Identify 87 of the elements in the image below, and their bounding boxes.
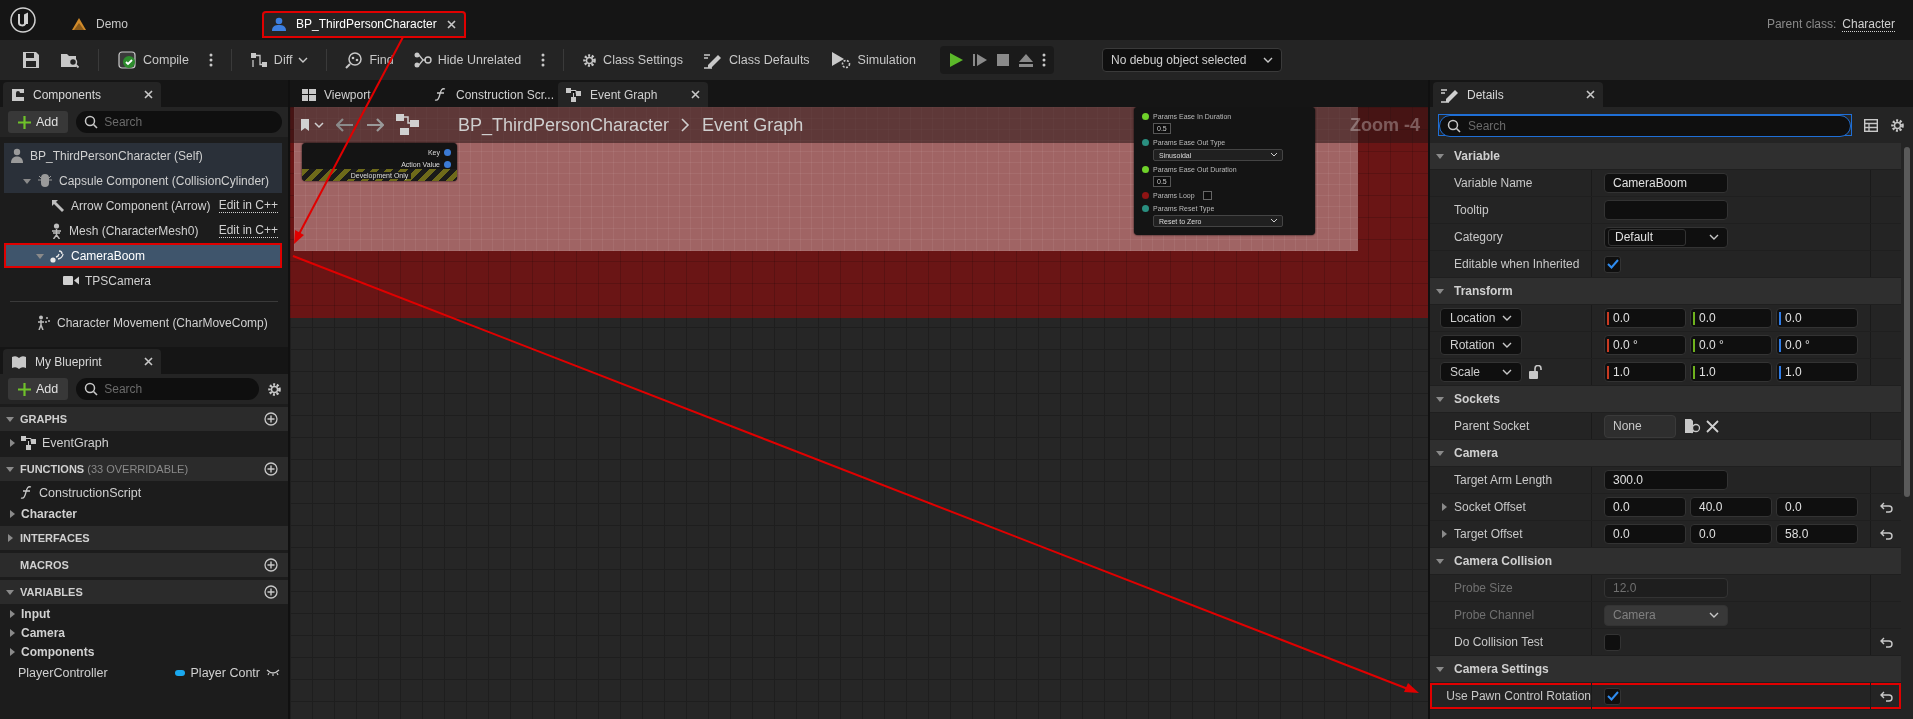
section-header[interactable]: VARIABLES (0, 580, 288, 604)
vector-field[interactable]: 0.0 (1604, 497, 1686, 517)
category-header[interactable]: Camera Collision (1430, 548, 1901, 575)
socket-field[interactable]: None (1604, 414, 1676, 438)
debug-object-dropdown[interactable]: No debug object selected (1102, 48, 1282, 72)
breadcrumb-item[interactable]: Event Graph (702, 114, 804, 136)
add-button[interactable]: Add (8, 111, 69, 133)
category-header[interactable]: Camera Settings (1430, 656, 1901, 683)
graph-tab[interactable]: Viewport (294, 82, 422, 107)
tree-item[interactable]: Arrow Component (Arrow) Edit in C++ (4, 193, 282, 218)
defaults-button[interactable]: Class Defaults (697, 46, 816, 74)
diff-button[interactable]: Diff (243, 46, 315, 74)
category-item[interactable]: Camera (0, 623, 288, 642)
variable-type: Player Contr (190, 665, 260, 680)
category-item[interactable]: Character (0, 504, 288, 523)
graph-tab[interactable]: Event Graph (558, 82, 708, 107)
search-field[interactable]: Search (1439, 115, 1851, 137)
vector-field[interactable]: 0.0 ° (1776, 335, 1858, 355)
section-header[interactable]: MACROS (0, 553, 288, 577)
vector-field[interactable]: 0.0 (1604, 524, 1686, 544)
property-dropdown[interactable]: Default (1604, 226, 1728, 248)
property-label: Socket Offset (1454, 500, 1526, 514)
document-tab[interactable]: Demo (62, 10, 262, 38)
vector-field[interactable]: 0.0 ° (1690, 335, 1772, 355)
parent-class-label: Parent class: (1766, 17, 1837, 31)
tree-item[interactable]: BP_ThirdPersonCharacter (Self) (4, 143, 282, 168)
vector-field[interactable]: 1.0 (1690, 362, 1772, 382)
category-item[interactable]: Components (0, 642, 288, 661)
category-header[interactable]: Sockets (1430, 386, 1901, 413)
simulation-button[interactable]: Simulation (823, 46, 922, 74)
zoom-label: Zoom -4 (1350, 115, 1420, 136)
document-tab[interactable]: BP_ThirdPersonCharacter (262, 10, 466, 38)
function-item[interactable]: ConstructionScript (0, 481, 288, 504)
tree-item[interactable]: Capsule Component (CollisionCylinder) (4, 168, 282, 193)
vector-field[interactable]: 0.0 (1690, 308, 1772, 328)
variable-item[interactable]: PlayerController Player Contr (0, 661, 288, 684)
vector-field[interactable]: 0.0 (1776, 308, 1858, 328)
category-header[interactable]: Variable (1430, 143, 1901, 170)
panel-tab[interactable]: Components (3, 82, 161, 107)
vector-field[interactable]: 0.0 (1690, 524, 1772, 544)
settings-button[interactable]: Class Settings (576, 46, 689, 74)
property-label: Probe Channel (1454, 608, 1535, 622)
panel-tab[interactable]: Details (1433, 82, 1603, 107)
property-label: Parent Socket (1454, 419, 1530, 433)
hide-button[interactable]: Hide Unrelated (407, 46, 528, 74)
section-header[interactable]: GRAPHS (0, 407, 288, 431)
property-label: Do Collision Test (1454, 635, 1544, 649)
property-label: Variable Name (1454, 176, 1533, 190)
compile-button[interactable]: Compile (111, 46, 195, 74)
transform-mode-dropdown[interactable]: Scale (1440, 362, 1522, 382)
tree-item[interactable]: Character Movement (CharMoveComp) (4, 310, 282, 335)
section-header[interactable]: FUNCTIONS (33 OVERRIDABLE) (0, 457, 288, 481)
add-button[interactable]: Add (8, 378, 69, 400)
graph-tab[interactable]: Construction Scr... (426, 82, 554, 107)
transform-mode-dropdown[interactable]: Rotation (1440, 335, 1522, 355)
vector-field[interactable]: 1.0 (1776, 362, 1858, 382)
property-label: Target Arm Length (1454, 473, 1553, 487)
vector-field[interactable]: 58.0 (1776, 524, 1858, 544)
property-label: Editable when Inherited (1454, 257, 1580, 271)
vector-field[interactable]: 1.0 (1604, 362, 1686, 382)
edit-link[interactable]: Edit in C++ (218, 198, 278, 213)
section-header[interactable]: INTERFACES (0, 526, 288, 550)
graph-item[interactable]: EventGraph (0, 431, 288, 454)
property-field[interactable]: 300.0 (1604, 470, 1728, 490)
vector-field[interactable]: 0.0 ° (1604, 335, 1686, 355)
breadcrumb-item[interactable]: BP_ThirdPersonCharacter (458, 114, 670, 136)
category-item[interactable]: Input (0, 604, 288, 623)
category-header[interactable]: Transform (1430, 278, 1901, 305)
panel-tab[interactable]: My Blueprint (3, 349, 161, 374)
tree-item[interactable]: Mesh (CharacterMesh0) Edit in C++ (4, 218, 282, 243)
search-field[interactable]: Search (76, 378, 259, 400)
vector-field[interactable]: 40.0 (1690, 497, 1772, 517)
search-field[interactable]: Search (76, 111, 282, 133)
property-field[interactable]: CameraBoom (1604, 173, 1728, 193)
transform-mode-dropdown[interactable]: Location (1440, 308, 1522, 328)
property-label: Category (1454, 230, 1503, 244)
property-label: Target Offset (1454, 527, 1523, 541)
tree-item[interactable]: CameraBoom (4, 243, 282, 268)
property-label: Tooltip (1454, 203, 1489, 217)
vector-field[interactable]: 0.0 (1604, 308, 1686, 328)
category-header[interactable]: Camera (1430, 440, 1901, 467)
parent-class-link[interactable]: Character (1842, 16, 1895, 32)
tree-item[interactable]: TPSCamera (4, 268, 282, 293)
edit-link[interactable]: Edit in C++ (218, 223, 278, 238)
property-label: Use Pawn Control Rotation (1446, 689, 1591, 703)
vector-field[interactable]: 0.0 (1776, 497, 1858, 517)
property-label: Probe Size (1454, 581, 1513, 595)
